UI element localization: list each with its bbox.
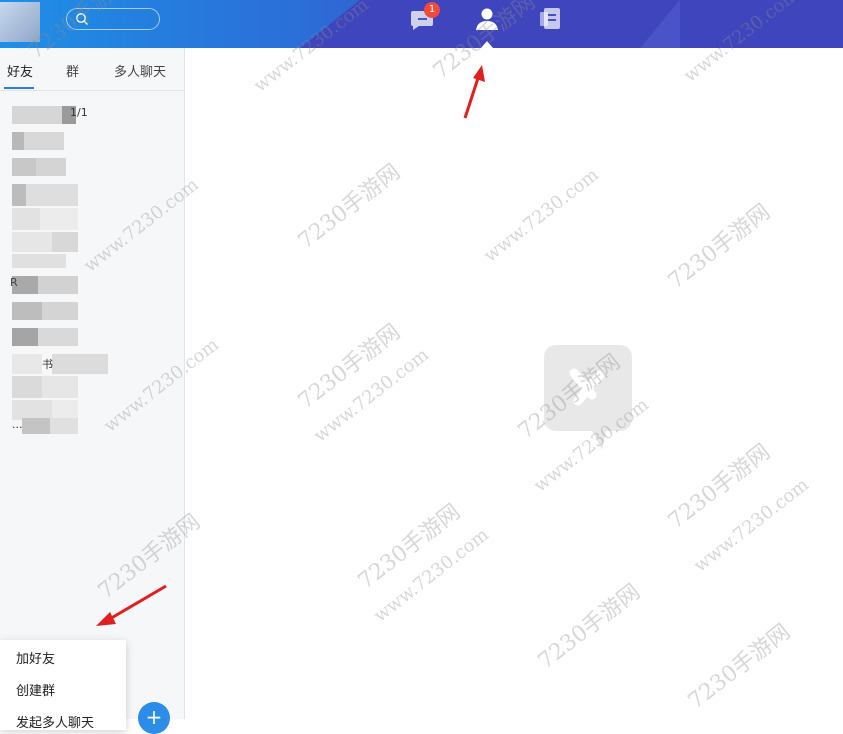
contact-label: ... xyxy=(12,418,23,431)
list-item[interactable] xyxy=(12,302,82,320)
list-item[interactable] xyxy=(12,328,82,346)
contact-label: 书 xyxy=(42,358,53,371)
unread-badge: 1 xyxy=(424,2,440,18)
plus-icon: + xyxy=(145,705,163,729)
document-icon xyxy=(540,8,560,29)
list-item[interactable] xyxy=(12,158,72,176)
header-stripe xyxy=(640,0,680,48)
list-item[interactable]: 1/1 xyxy=(12,106,92,124)
list-item[interactable]: 书 xyxy=(12,354,112,374)
add-context-menu: 加好友 创建群 发起多人聊天 xyxy=(0,640,126,731)
list-item[interactable] xyxy=(12,400,82,420)
active-tab-underline xyxy=(4,87,34,89)
tab-multi-chat[interactable]: 多人聊天 xyxy=(114,61,166,80)
add-button[interactable]: + xyxy=(138,702,170,734)
tab-friends[interactable]: 好友 xyxy=(7,61,33,80)
contact-label: R xyxy=(10,276,18,289)
menu-start-multi-chat[interactable]: 发起多人聊天 xyxy=(16,712,94,731)
tab-groups[interactable]: 群 xyxy=(66,61,79,80)
nav-messages-button[interactable]: 1 xyxy=(410,2,440,34)
list-item[interactable] xyxy=(12,254,82,268)
list-item[interactable] xyxy=(12,376,82,398)
nav-files-button[interactable] xyxy=(538,6,566,34)
menu-create-group[interactable]: 创建群 xyxy=(16,680,55,699)
list-item[interactable] xyxy=(12,184,82,206)
sidebar-tabs: 好友 群 多人聊天 xyxy=(0,48,184,91)
main-content xyxy=(186,48,843,719)
contact-label: 1/1 xyxy=(70,106,88,119)
annotation-arrow-icon xyxy=(96,584,167,626)
list-item[interactable] xyxy=(12,132,72,150)
list-item[interactable]: R xyxy=(10,276,82,294)
list-item[interactable] xyxy=(12,232,82,252)
list-item[interactable]: ... xyxy=(12,418,82,434)
menu-add-friend[interactable]: 加好友 xyxy=(16,648,55,667)
annotation-arrow-icon xyxy=(463,65,485,119)
list-item[interactable] xyxy=(12,208,82,230)
